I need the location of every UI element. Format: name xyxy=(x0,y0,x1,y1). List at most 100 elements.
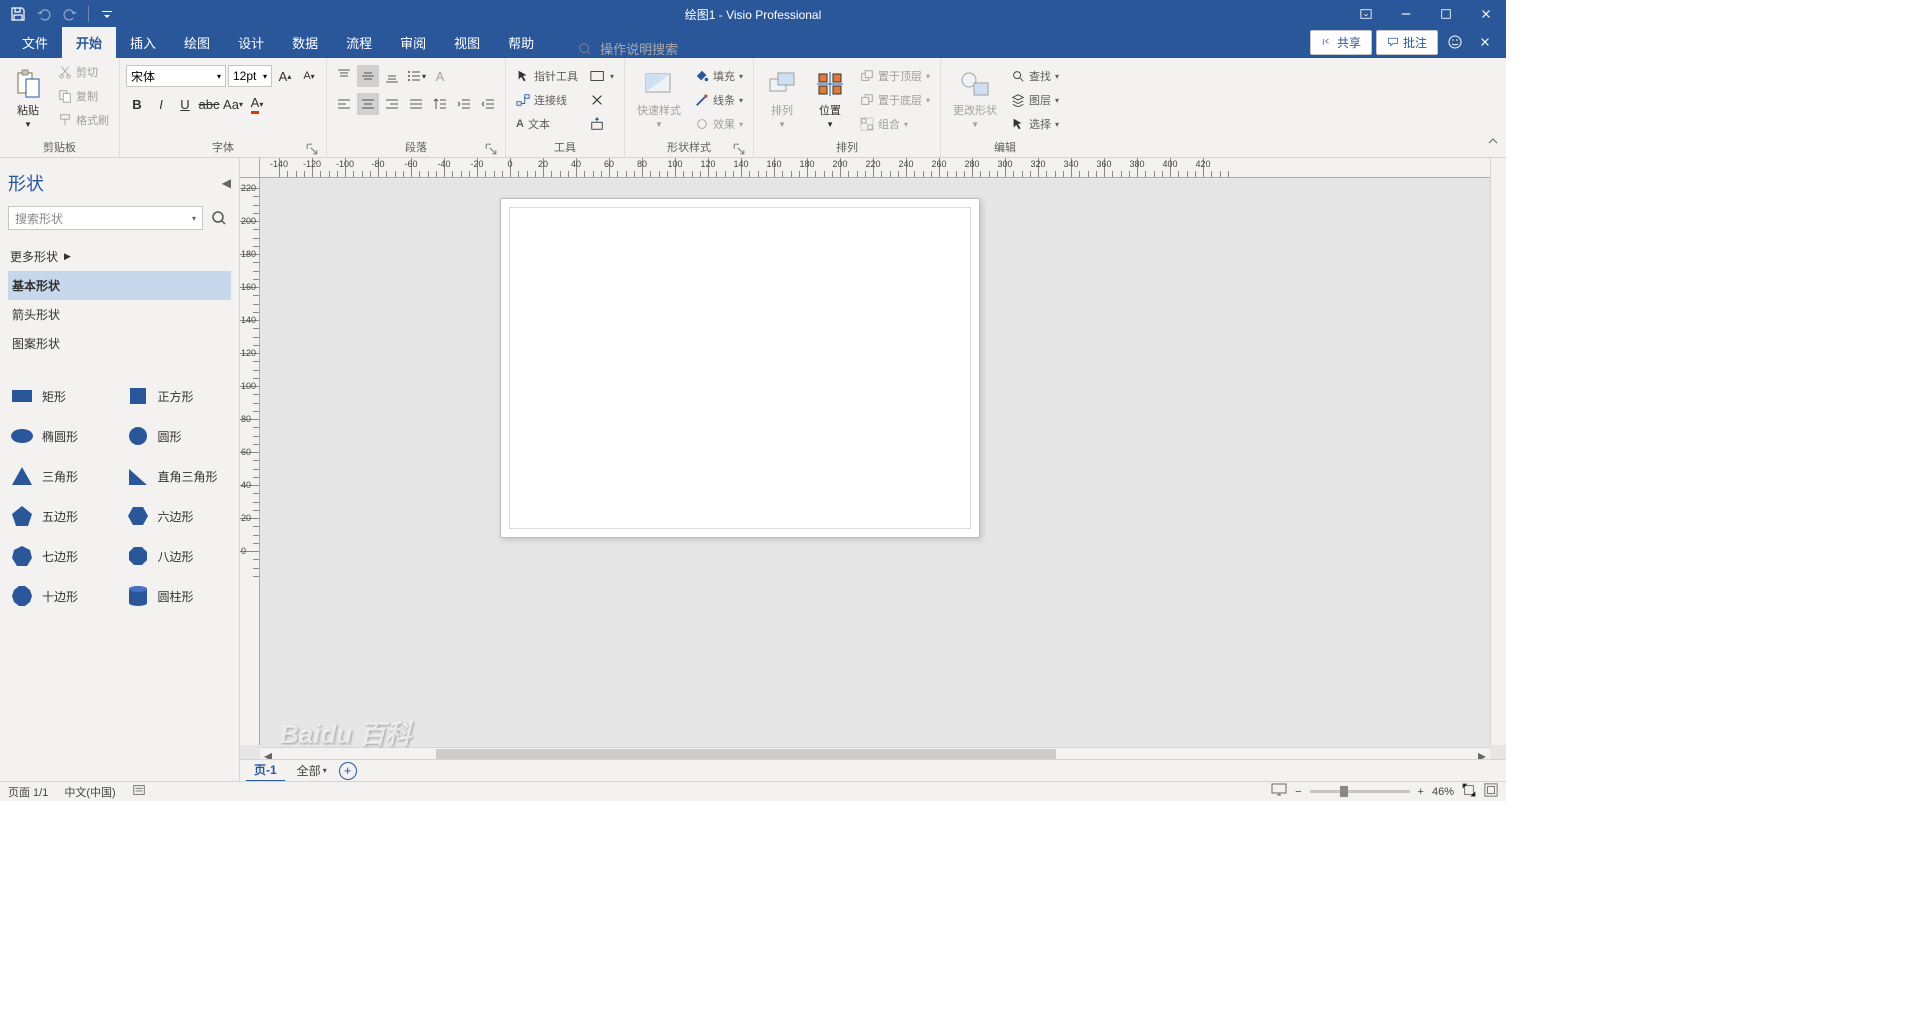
bring-front-button[interactable]: 置于顶层▾ xyxy=(856,65,934,87)
connector-tool-button[interactable]: 连接线 xyxy=(512,89,582,111)
dialog-launcher-icon[interactable] xyxy=(485,143,497,155)
tell-me-search[interactable]: 操作说明搜索 xyxy=(578,39,678,58)
tab-design[interactable]: 设计 xyxy=(224,27,278,58)
send-back-button[interactable]: 置于底层▾ xyxy=(856,89,934,111)
group-button[interactable]: 组合▾ xyxy=(856,113,934,135)
maximize-icon[interactable] xyxy=(1426,0,1466,28)
tab-file[interactable]: 文件 xyxy=(8,27,62,58)
tab-insert[interactable]: 插入 xyxy=(116,27,170,58)
zoom-in-icon[interactable]: + xyxy=(1418,786,1424,798)
align-right-icon[interactable] xyxy=(381,93,403,115)
close-x-icon[interactable] xyxy=(1472,29,1498,55)
font-size-combo[interactable]: 12pt▾ xyxy=(228,65,272,87)
effects-button[interactable]: 效果▾ xyxy=(691,113,747,135)
page-tab-1[interactable]: 页-1 xyxy=(246,759,285,781)
connection-point-icon[interactable] xyxy=(586,113,618,135)
pointer-tool-button[interactable]: 指针工具 xyxy=(512,65,582,87)
stencil-arrow[interactable]: 箭头形状 xyxy=(8,300,231,329)
tab-review[interactable]: 审阅 xyxy=(386,27,440,58)
position-button[interactable]: 位置▼ xyxy=(808,61,852,135)
shape-square[interactable]: 正方形 xyxy=(124,378,232,414)
tab-process[interactable]: 流程 xyxy=(332,27,386,58)
fill-button[interactable]: 填充▾ xyxy=(691,65,747,87)
page-tab-all[interactable]: 全部▾ xyxy=(297,762,327,779)
save-icon[interactable] xyxy=(10,6,26,22)
text-direction-icon[interactable] xyxy=(429,93,451,115)
change-case-icon[interactable]: Aa▾ xyxy=(222,93,244,115)
align-middle-icon[interactable] xyxy=(357,65,379,87)
collapse-ribbon-icon[interactable] xyxy=(1486,134,1500,153)
zoom-out-icon[interactable]: − xyxy=(1295,786,1301,798)
cut-button[interactable]: 剪切 xyxy=(54,61,113,83)
add-page-icon[interactable]: + xyxy=(339,762,357,780)
zoom-slider[interactable] xyxy=(1310,790,1410,793)
tab-home[interactable]: 开始 xyxy=(62,27,116,58)
shape-ellipse[interactable]: 椭圆形 xyxy=(8,418,116,454)
search-icon[interactable] xyxy=(207,206,231,230)
shape-octagon[interactable]: 八边形 xyxy=(124,538,232,574)
grow-font-icon[interactable]: A▴ xyxy=(274,65,296,87)
copy-button[interactable]: 复制 xyxy=(54,85,113,107)
share-button[interactable]: 共享 xyxy=(1310,30,1372,55)
shape-rect[interactable]: 矩形 xyxy=(8,378,116,414)
italic-icon[interactable]: I xyxy=(150,93,172,115)
shape-circle[interactable]: 圆形 xyxy=(124,418,232,454)
macro-icon[interactable] xyxy=(132,783,146,800)
arrange-button[interactable]: 排列▼ xyxy=(760,61,804,135)
bold-icon[interactable]: B xyxy=(126,93,148,115)
drawing-page[interactable] xyxy=(500,198,980,538)
line-button[interactable]: 线条▾ xyxy=(691,89,747,111)
increase-indent-icon[interactable] xyxy=(477,93,499,115)
scrollbar-vertical[interactable] xyxy=(1490,158,1506,745)
shape-triangle[interactable]: 三角形 xyxy=(8,458,116,494)
tab-help[interactable]: 帮助 xyxy=(494,27,548,58)
undo-icon[interactable] xyxy=(36,6,52,22)
dialog-launcher-icon[interactable] xyxy=(306,143,318,155)
shrink-font-icon[interactable]: A▾ xyxy=(298,65,320,87)
paste-button[interactable]: 粘贴▼ xyxy=(6,61,50,135)
status-language[interactable]: 中文(中国) xyxy=(64,784,115,800)
decrease-indent-icon[interactable] xyxy=(453,93,475,115)
font-name-combo[interactable]: 宋体▾ xyxy=(126,65,226,87)
align-top-icon[interactable] xyxy=(333,65,355,87)
shape-hexagon[interactable]: 六边形 xyxy=(124,498,232,534)
select-button[interactable]: 选择▾ xyxy=(1007,113,1063,135)
fit-page-icon[interactable] xyxy=(1462,783,1476,800)
dialog-launcher-icon[interactable] xyxy=(733,143,745,155)
format-painter-button[interactable]: 格式刷 xyxy=(54,109,113,131)
more-shapes-link[interactable]: 更多形状▶ xyxy=(8,242,231,271)
text-tool-button[interactable]: A文本 xyxy=(512,113,582,135)
find-button[interactable]: 查找▾ xyxy=(1007,65,1063,87)
align-bottom-icon[interactable] xyxy=(381,65,403,87)
quick-styles-button[interactable]: 快速样式▼ xyxy=(631,61,687,135)
shape-decagon[interactable]: 十边形 xyxy=(8,578,116,614)
delete-tool-icon[interactable] xyxy=(586,89,618,111)
zoom-level[interactable]: 46% xyxy=(1432,786,1454,798)
qat-customize-icon[interactable] xyxy=(99,6,115,22)
align-left-icon[interactable] xyxy=(333,93,355,115)
tab-draw[interactable]: 绘图 xyxy=(170,27,224,58)
minimize-icon[interactable] xyxy=(1386,0,1426,28)
align-center-icon[interactable] xyxy=(357,93,379,115)
underline-icon[interactable]: U xyxy=(174,93,196,115)
strike-icon[interactable]: abc xyxy=(198,93,220,115)
layers-button[interactable]: 图层▾ xyxy=(1007,89,1063,111)
close-icon[interactable] xyxy=(1466,0,1506,28)
bullets-icon[interactable]: ▾ xyxy=(405,65,427,87)
tab-view[interactable]: 视图 xyxy=(440,27,494,58)
change-shape-button[interactable]: 更改形状▼ xyxy=(947,61,1003,135)
shape-cylinder[interactable]: 圆柱形 xyxy=(124,578,232,614)
stencil-basic[interactable]: 基本形状 xyxy=(8,271,231,300)
canvas-viewport[interactable] xyxy=(260,178,1490,745)
comments-button[interactable]: 批注 xyxy=(1376,30,1438,55)
font-color-icon[interactable]: A▾ xyxy=(246,93,268,115)
presentation-mode-icon[interactable] xyxy=(1271,783,1287,800)
shape-pentagon[interactable]: 五边形 xyxy=(8,498,116,534)
justify-icon[interactable] xyxy=(405,93,427,115)
shape-rtriangle[interactable]: 直角三角形 xyxy=(124,458,232,494)
shapes-search-input[interactable]: 搜索形状▾ xyxy=(8,206,203,230)
shape-heptagon[interactable]: 七边形 xyxy=(8,538,116,574)
rectangle-tool-button[interactable]: ▾ xyxy=(586,65,618,87)
stencil-pattern[interactable]: 图案形状 xyxy=(8,329,231,358)
tab-data[interactable]: 数据 xyxy=(278,27,332,58)
